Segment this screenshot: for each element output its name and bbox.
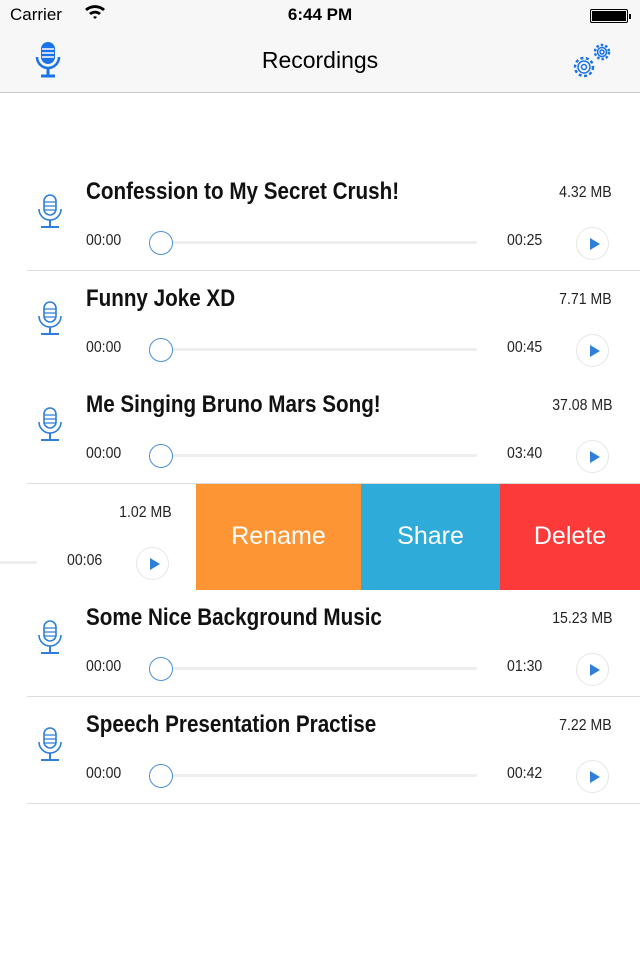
recording-row[interactable]: Some Nice Background Music 15.23 MB 00:0… [0, 590, 640, 697]
progress-slider[interactable] [150, 241, 477, 244]
microphone-icon [36, 726, 64, 770]
navigation-bar: Recordings [0, 30, 640, 93]
row-divider [27, 802, 640, 804]
slider-thumb[interactable] [149, 444, 173, 468]
duration: 00:42 [507, 764, 543, 782]
progress-slider[interactable] [0, 560, 37, 564]
file-size: 37.08 MB [551, 397, 612, 414]
play-button[interactable] [576, 653, 609, 686]
duration: 03:40 [507, 445, 543, 462]
microphone-icon [36, 300, 64, 344]
play-button[interactable] [576, 227, 609, 260]
progress-slider[interactable] [150, 773, 477, 777]
current-time: 00:00 [86, 445, 122, 462]
current-time: 00:00 [86, 338, 122, 356]
current-time: 00:00 [86, 658, 122, 675]
duration: 00:06 [67, 551, 103, 569]
duration: 00:45 [507, 338, 543, 356]
duration: 00:25 [507, 232, 543, 249]
slider-thumb[interactable] [149, 657, 173, 681]
recording-row[interactable]: Speech Presentation Practise 7.22 MB 00:… [0, 696, 640, 804]
play-button[interactable] [136, 546, 169, 580]
play-button[interactable] [576, 440, 609, 473]
slider-thumb[interactable] [149, 763, 173, 788]
play-button[interactable] [576, 759, 609, 793]
progress-slider[interactable] [150, 347, 477, 351]
file-size: 15.23 MB [551, 610, 612, 627]
slider-thumb[interactable] [149, 337, 173, 362]
settings-gears-icon[interactable] [568, 40, 616, 87]
play-button[interactable] [576, 333, 609, 367]
slider-thumb[interactable] [149, 231, 173, 255]
microphone-icon [36, 194, 64, 237]
recording-content[interactable]: Funny Joke XD 7.71 MB 00:00 00:45 [0, 270, 640, 377]
delete-button[interactable]: Delete [500, 483, 640, 590]
recording-title: Funny Joke XD [86, 284, 236, 312]
battery-icon [590, 9, 631, 23]
share-button[interactable]: Share [361, 483, 500, 590]
recording-content[interactable]: Me Singing Bruno Mars Song! 37.08 MB 00:… [0, 377, 640, 483]
file-size: 7.71 MB [559, 290, 612, 308]
file-size: 1.02 MB [119, 503, 172, 521]
recording-title: Confession to My Secret Crush! [86, 178, 400, 205]
recording-row[interactable]: Me Singing Bruno Mars Song! 37.08 MB 00:… [0, 377, 640, 484]
recording-row[interactable]: 1.02 MB 00:06 Rename Share Delete [0, 483, 640, 591]
file-size: 7.22 MB [559, 716, 612, 734]
recording-title: Speech Presentation Practise [86, 710, 377, 738]
recording-title: Me Singing Bruno Mars Song! [86, 391, 381, 418]
recording-content[interactable]: Speech Presentation Practise 7.22 MB 00:… [0, 696, 640, 803]
file-size: 4.32 MB [559, 184, 612, 201]
current-time: 00:00 [86, 764, 122, 782]
clock: 6:44 PM [287, 5, 353, 24]
recording-title: Some Nice Background Music [86, 604, 382, 631]
duration: 01:30 [507, 658, 543, 675]
recording-content[interactable]: 1.02 MB 00:06 [0, 483, 200, 590]
status-bar: Carrier 6:44 PM [0, 0, 640, 30]
recording-content[interactable]: Some Nice Background Music 15.23 MB 00:0… [0, 590, 640, 696]
microphone-icon [36, 620, 64, 663]
rename-button[interactable]: Rename [196, 483, 361, 590]
recording-content[interactable]: Confession to My Secret Crush! 4.32 MB 0… [0, 164, 640, 270]
recording-row[interactable]: Confession to My Secret Crush! 4.32 MB 0… [0, 164, 640, 271]
recording-row[interactable]: Funny Joke XD 7.71 MB 00:00 00:45 [0, 270, 640, 378]
current-time: 00:00 [86, 232, 122, 249]
microphone-icon [36, 407, 64, 450]
page-title: Recordings [261, 47, 379, 73]
progress-slider[interactable] [150, 454, 477, 457]
progress-slider[interactable] [150, 667, 477, 670]
